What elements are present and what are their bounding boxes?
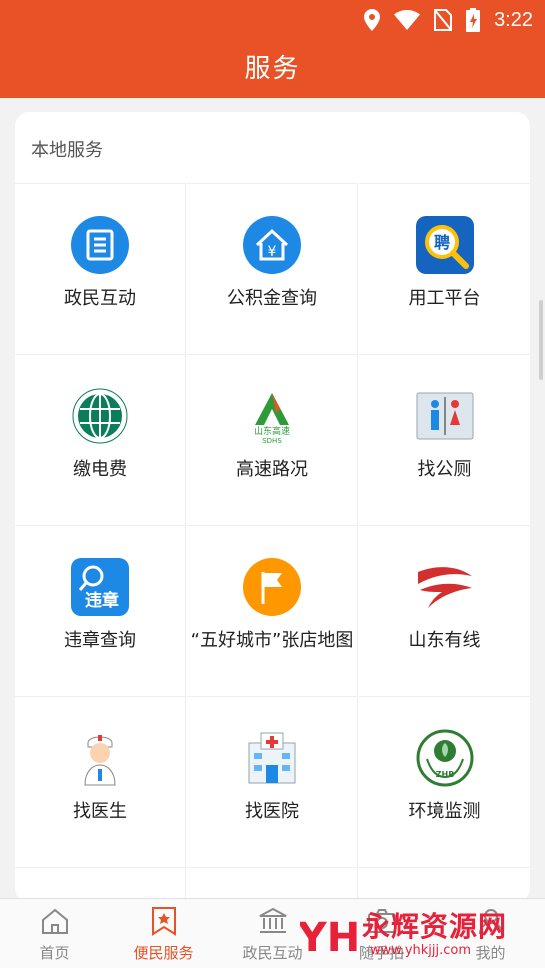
watermark-logo-icon: YH [300,915,358,961]
environment-icon: ZHB [416,729,474,787]
service-item-city-map[interactable]: “五好城市”张店地图 [187,525,358,696]
home-icon [41,908,68,934]
service-label: 公积金查询 [227,288,317,309]
watermark: YH 永辉资源网 www.yhkjjj.com [300,905,540,965]
housing-fund-icon: ¥ [243,216,301,274]
cable-tv-icon [416,558,474,616]
recruit-icon: 聘 [415,216,474,274]
status-time: 3:22 [494,8,533,31]
watermark-logo-text: YH [300,915,358,961]
service-label: 找医生 [73,801,127,822]
service-item-expressway[interactable]: 山东高速 SDHS 高速路况 [187,354,358,525]
service-label: “五好城市”张店地图 [190,630,354,651]
service-label: 用工平台 [408,288,481,309]
tab-convenience-services[interactable]: 便民服务 [109,899,218,968]
service-item-toilet[interactable]: 找公厕 [359,354,530,525]
state-grid-icon [71,387,129,445]
status-icons: 3:22 [364,8,533,32]
environment-icon-text: ZHB [435,770,454,779]
tab-label: 首页 [39,944,70,962]
location-icon [364,9,381,31]
star-bookmark-icon [151,907,176,936]
news-icon [71,216,129,274]
svg-text:¥: ¥ [268,244,277,260]
service-item-hospital[interactable]: 找医院 [187,696,358,867]
flag-icon [243,558,301,616]
service-item-recruit[interactable]: 聘 用工平台 [359,183,530,354]
expressway-en-text: SDHS [262,437,282,445]
toilet-icon [416,387,474,445]
service-item-doctor[interactable]: 找医生 [15,696,186,867]
battery-icon [466,8,481,32]
service-item-housing-fund[interactable]: ¥ 公积金查询 [187,183,358,354]
service-item-cable-tv[interactable]: 山东有线 [359,525,530,696]
section-title: 本地服务 [31,140,103,161]
doctor-icon [71,729,129,787]
status-bar: 3:22 [0,0,545,40]
service-label: 高速路况 [236,459,308,480]
government-building-icon [259,907,286,933]
watermark-text: 永辉资源网 [362,910,508,943]
wifi-icon [394,10,421,30]
violation-icon-text: 违章 [85,590,119,611]
violation-icon: 违章 [71,558,129,616]
service-item-environment[interactable]: ZHB 环境监测 [359,696,530,867]
service-label: 山东有线 [408,630,481,651]
no-sim-icon [434,9,453,31]
service-label: 找医院 [245,801,299,822]
service-item-gov-interaction[interactable]: 政民互动 [15,183,186,354]
page-title: 服务 [244,54,301,84]
app-bar: 服务 [0,40,545,98]
expressway-icon: 山东高速 SDHS [243,387,301,445]
service-label: 找公厕 [417,459,472,480]
service-item-violation[interactable]: 违章 违章查询 [15,525,186,696]
service-item-electricity[interactable]: 缴电费 [15,354,186,525]
tab-home[interactable]: 首页 [0,899,109,968]
watermark-url: www.yhkjjj.com [370,943,472,958]
scrollbar[interactable] [539,300,543,380]
service-label: 政民互动 [64,288,136,309]
service-label: 违章查询 [64,630,136,651]
expressway-cn-text: 山东高速 [254,425,290,437]
service-label: 环境监测 [408,801,481,822]
service-label: 缴电费 [73,459,127,480]
recruit-icon-text: 聘 [433,233,449,252]
hospital-icon [243,729,301,787]
tab-label: 便民服务 [133,944,194,962]
